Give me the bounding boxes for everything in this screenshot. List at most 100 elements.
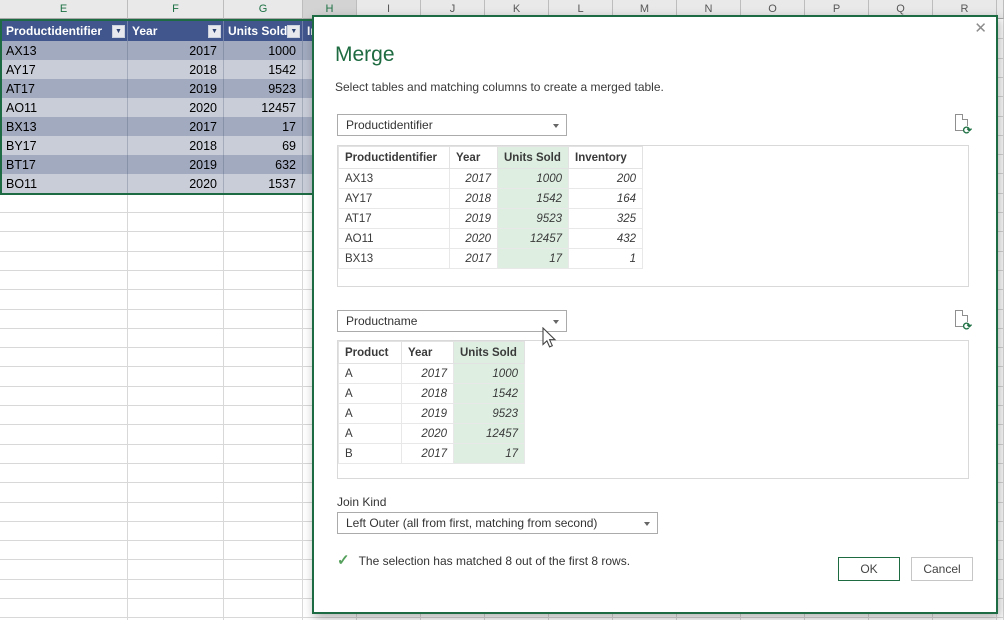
preview-cell: 2018	[450, 189, 498, 209]
worksheet-cell[interactable]: 2019	[128, 79, 224, 98]
preview-cell: 325	[569, 209, 643, 229]
preview-cell: 17	[454, 444, 525, 464]
worksheet-header-cell: Units Sold▼	[224, 21, 303, 41]
worksheet-cell[interactable]: BO11	[2, 174, 128, 193]
preview-column-header[interactable]: Productidentifier	[339, 147, 450, 169]
worksheet-cell[interactable]: 2017	[128, 41, 224, 60]
worksheet-table-row[interactable]: BO1120201537	[2, 174, 362, 193]
worksheet-cell[interactable]: 17	[224, 117, 303, 136]
worksheet-table-row[interactable]: AX1320171000	[2, 41, 362, 60]
preview-cell: B	[339, 444, 402, 464]
preview-row: A202012457	[339, 424, 525, 444]
second-table-select[interactable]: Productname	[337, 310, 567, 332]
worksheet-cell[interactable]: AT17	[2, 79, 128, 98]
worksheet-header-cell: Productidentifier▼	[2, 21, 128, 41]
worksheet-cell[interactable]: 9523	[224, 79, 303, 98]
preview-cell: 2017	[450, 169, 498, 189]
first-table-select[interactable]: Productidentifier	[337, 114, 567, 136]
preview-cell: 2017	[402, 364, 454, 384]
first-table-preview: ProductidentifierYearUnits SoldInventory…	[337, 145, 969, 287]
refresh-preview-button[interactable]: ⟳	[953, 309, 971, 331]
preview-row: AX1320171000200	[339, 169, 643, 189]
preview-column-header[interactable]: Product	[339, 342, 402, 364]
cancel-button[interactable]: Cancel	[911, 557, 973, 581]
preview-column-header[interactable]: Year	[450, 147, 498, 169]
preview-column-header[interactable]: Year	[402, 342, 454, 364]
filter-dropdown-icon[interactable]: ▼	[287, 25, 300, 38]
dialog-subtitle: Select tables and matching columns to cr…	[335, 80, 664, 94]
preview-cell: A	[339, 384, 402, 404]
preview-row: BX132017171	[339, 249, 643, 269]
preview-cell: 200	[569, 169, 643, 189]
preview-cell: 1542	[498, 189, 569, 209]
worksheet-table[interactable]: Productidentifier▼Year▼Units Sold▼Invent…	[0, 19, 364, 195]
chevron-down-icon	[644, 522, 650, 526]
worksheet-cell[interactable]: 1000	[224, 41, 303, 60]
worksheet-cell[interactable]: BX13	[2, 117, 128, 136]
worksheet-cell[interactable]: 2019	[128, 155, 224, 174]
join-kind-select[interactable]: Left Outer (all from first, matching fro…	[337, 512, 658, 534]
column-header-F[interactable]: F	[128, 0, 224, 19]
worksheet-table-row[interactable]: BY17201869	[2, 136, 362, 155]
chevron-down-icon	[553, 320, 559, 324]
refresh-arrows-icon: ⟳	[963, 322, 972, 333]
worksheet-table-row[interactable]: BX13201717	[2, 117, 362, 136]
worksheet-table-header: Productidentifier▼Year▼Units Sold▼Invent…	[2, 21, 362, 41]
worksheet-cell[interactable]: 2020	[128, 98, 224, 117]
refresh-preview-button[interactable]: ⟳	[953, 113, 971, 135]
preview-cell: 2020	[402, 424, 454, 444]
worksheet-cell[interactable]: AO11	[2, 98, 128, 117]
worksheet-cell[interactable]: 2018	[128, 60, 224, 79]
match-status-text: The selection has matched 8 out of the f…	[359, 554, 630, 568]
worksheet-table-row[interactable]: BT172019632	[2, 155, 362, 174]
join-kind-label: Join Kind	[337, 495, 386, 509]
ok-button[interactable]: OK	[838, 557, 900, 581]
worksheet-cell[interactable]: 2020	[128, 174, 224, 193]
worksheet-cell[interactable]: BY17	[2, 136, 128, 155]
preview-cell: AO11	[339, 229, 450, 249]
preview-cell: 9523	[454, 404, 525, 424]
worksheet-table-row[interactable]: AO11202012457	[2, 98, 362, 117]
worksheet-cell[interactable]: 2018	[128, 136, 224, 155]
preview-column-header[interactable]: Units Sold	[454, 342, 525, 364]
preview-cell: 432	[569, 229, 643, 249]
worksheet-header-cell: Year▼	[128, 21, 224, 41]
worksheet-cell[interactable]: BT17	[2, 155, 128, 174]
worksheet-cell[interactable]: 2017	[128, 117, 224, 136]
worksheet-cell[interactable]: 1537	[224, 174, 303, 193]
filter-dropdown-icon[interactable]: ▼	[208, 25, 221, 38]
worksheet-cell[interactable]: AY17	[2, 60, 128, 79]
merge-dialog: ✕ Merge Select tables and matching colum…	[312, 15, 998, 614]
preview-cell: 1542	[454, 384, 525, 404]
worksheet-cell[interactable]: 1542	[224, 60, 303, 79]
preview-cell: 12457	[454, 424, 525, 444]
worksheet-cell[interactable]: 632	[224, 155, 303, 174]
gridline	[0, 617, 1004, 618]
preview-cell: AX13	[339, 169, 450, 189]
mouse-cursor	[542, 327, 557, 348]
preview-row: AO11202012457432	[339, 229, 643, 249]
column-header-E[interactable]: E	[0, 0, 128, 19]
column-header-G[interactable]: G	[224, 0, 303, 19]
preview-cell: 9523	[498, 209, 569, 229]
preview-cell: 2017	[402, 444, 454, 464]
preview-cell: 2019	[450, 209, 498, 229]
preview-row: A20171000	[339, 364, 525, 384]
excel-window: EFGHIJKLMNOPQR Productidentifier▼Year▼Un…	[0, 0, 1004, 620]
column-header-partial[interactable]	[997, 0, 1004, 19]
worksheet-cell[interactable]: 69	[224, 136, 303, 155]
filter-dropdown-icon[interactable]: ▼	[112, 25, 125, 38]
preview-cell: AT17	[339, 209, 450, 229]
preview-column-header[interactable]: Units Sold	[498, 147, 569, 169]
preview-cell: 17	[498, 249, 569, 269]
preview-table: ProductYearUnits SoldA20171000A20181542A…	[338, 341, 525, 464]
refresh-arrows-icon: ⟳	[963, 126, 972, 137]
worksheet-table-row[interactable]: AY1720181542	[2, 60, 362, 79]
preview-column-header[interactable]: Inventory	[569, 147, 643, 169]
preview-row: AT1720199523325	[339, 209, 643, 229]
close-icon[interactable]: ✕	[974, 21, 987, 36]
match-status: ✓ The selection has matched 8 out of the…	[337, 553, 630, 568]
worksheet-cell[interactable]: AX13	[2, 41, 128, 60]
worksheet-cell[interactable]: 12457	[224, 98, 303, 117]
worksheet-table-row[interactable]: AT1720199523	[2, 79, 362, 98]
